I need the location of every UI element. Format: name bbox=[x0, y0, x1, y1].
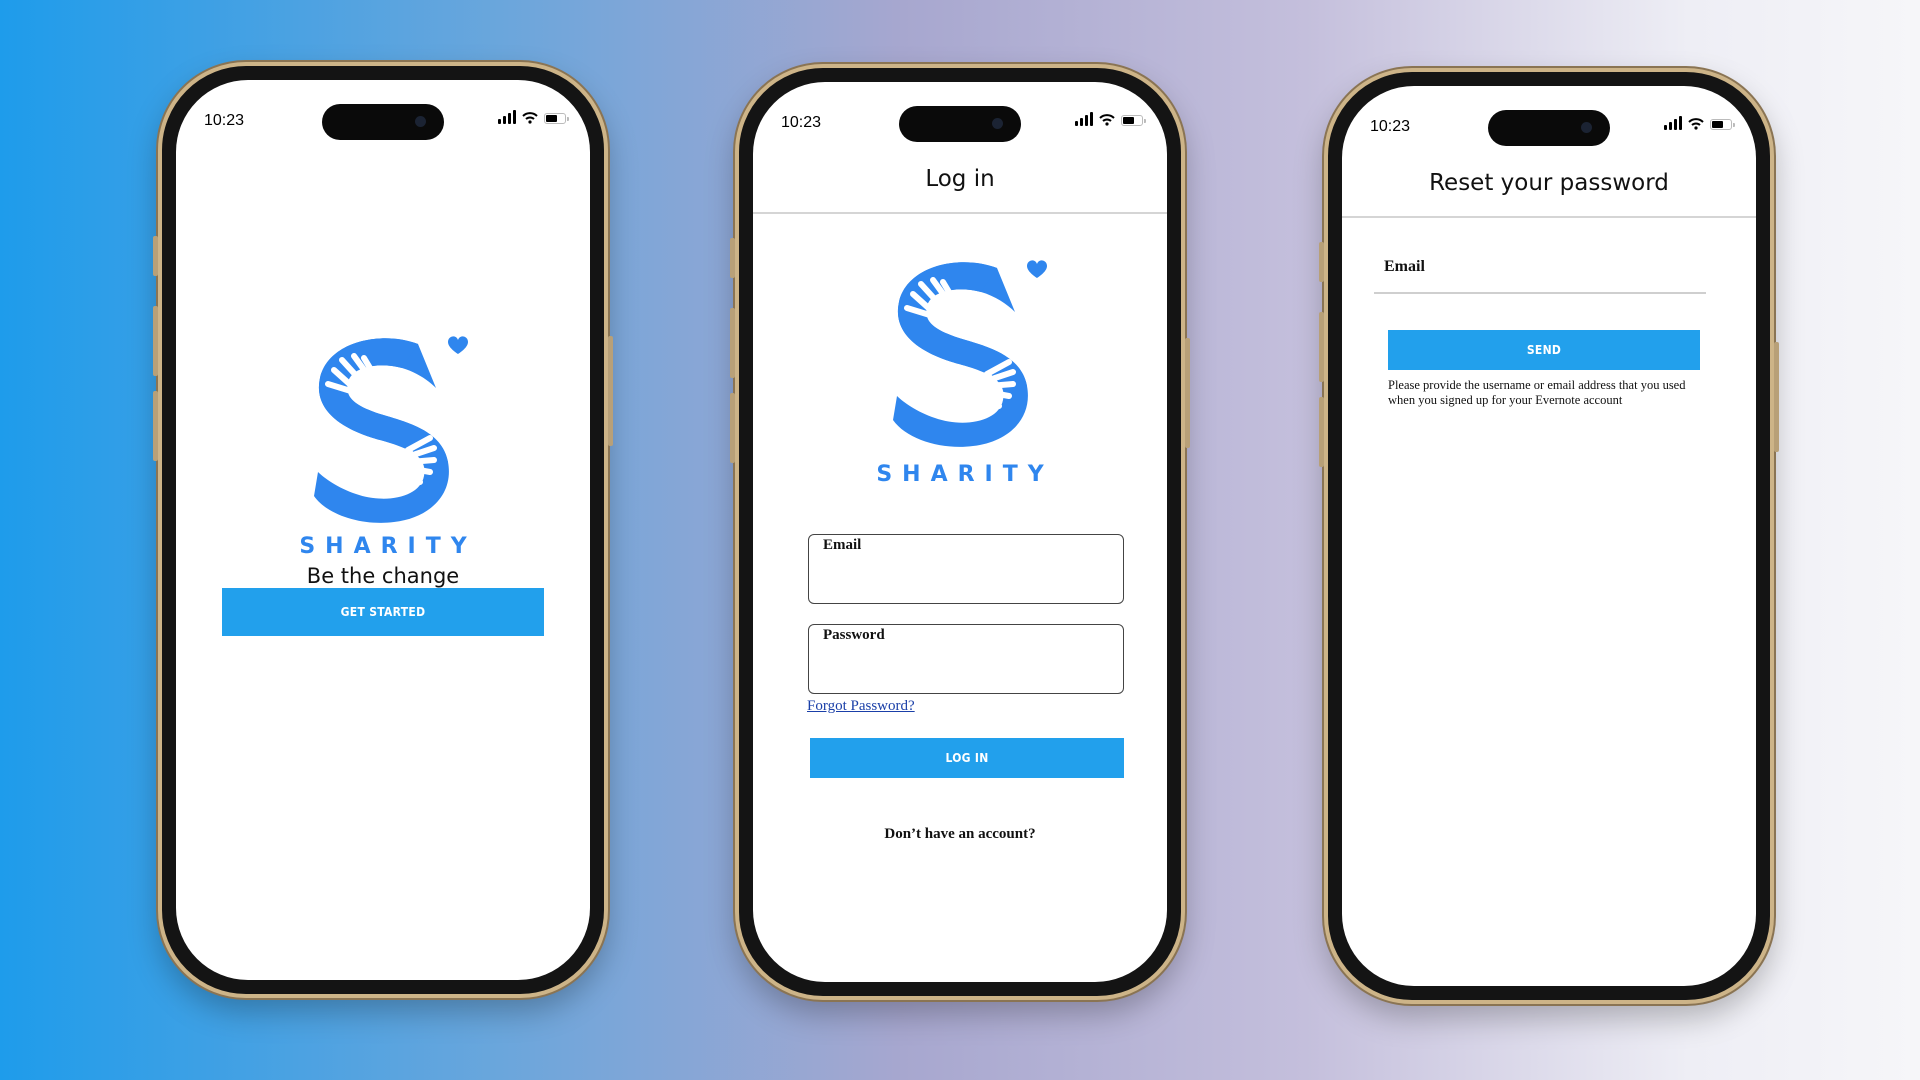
dynamic-island bbox=[899, 106, 1021, 142]
side-button bbox=[1319, 397, 1324, 467]
get-started-button[interactable]: GET STARTED bbox=[222, 588, 544, 636]
phone-login: 10:23 Log in SHARITY Email Password Forg… bbox=[730, 64, 1190, 1000]
forgot-password-link[interactable]: Forgot Password? bbox=[807, 698, 915, 715]
email-field[interactable]: Email bbox=[808, 534, 1124, 604]
side-button bbox=[730, 238, 735, 278]
side-button bbox=[153, 306, 158, 376]
welcome-screen: 10:23 SHARITY Be the change GET STARTED bbox=[176, 80, 590, 980]
status-icons bbox=[1075, 112, 1146, 126]
header-divider bbox=[753, 212, 1167, 214]
side-button bbox=[153, 391, 158, 461]
page-title: Log in bbox=[925, 166, 995, 192]
email-label: Email bbox=[1384, 258, 1425, 275]
wifi-icon bbox=[1688, 118, 1704, 130]
status-icons bbox=[1664, 116, 1735, 130]
battery-icon bbox=[1710, 119, 1735, 130]
status-icons bbox=[498, 110, 569, 124]
login-button[interactable]: LOG IN bbox=[810, 738, 1124, 778]
tagline: Be the change bbox=[306, 564, 460, 588]
email-input[interactable] bbox=[1374, 278, 1706, 294]
help-text: Please provide the username or email add… bbox=[1388, 378, 1686, 407]
phone-reset: 10:23 Reset your password Email SEND Ple… bbox=[1319, 68, 1779, 1004]
battery-icon bbox=[1121, 115, 1146, 126]
sharity-logo-icon bbox=[298, 326, 474, 536]
password-label: Password bbox=[823, 627, 885, 643]
signup-prompt[interactable]: Don’t have an account? bbox=[753, 826, 1167, 843]
signal-icon bbox=[1664, 116, 1682, 130]
side-button bbox=[608, 336, 613, 446]
send-button[interactable]: SEND bbox=[1388, 330, 1700, 370]
signal-icon bbox=[498, 110, 516, 124]
side-button bbox=[1319, 312, 1324, 382]
wifi-icon bbox=[522, 112, 538, 124]
side-button bbox=[730, 393, 735, 463]
brand-name: SHARITY bbox=[299, 534, 477, 559]
email-label: Email bbox=[823, 537, 862, 553]
signal-icon bbox=[1075, 112, 1093, 126]
reset-screen: 10:23 Reset your password Email SEND Ple… bbox=[1342, 86, 1756, 986]
side-button bbox=[1774, 342, 1779, 452]
brand-name: SHARITY bbox=[876, 462, 1054, 487]
sharity-logo-icon bbox=[877, 250, 1053, 460]
status-time: 10:23 bbox=[204, 112, 245, 129]
side-button bbox=[1185, 338, 1190, 448]
dynamic-island bbox=[1488, 110, 1610, 146]
login-screen: 10:23 Log in SHARITY Email Password Forg… bbox=[753, 82, 1167, 982]
battery-icon bbox=[544, 113, 569, 124]
dynamic-island bbox=[322, 104, 444, 140]
password-field[interactable]: Password bbox=[808, 624, 1124, 694]
side-button bbox=[1319, 242, 1324, 282]
phone-welcome: 10:23 SHARITY Be the change GET STARTED bbox=[153, 62, 613, 998]
side-button bbox=[153, 236, 158, 276]
page-title: Reset your password bbox=[1429, 170, 1669, 196]
status-time: 10:23 bbox=[1370, 118, 1411, 135]
header-divider bbox=[1342, 216, 1756, 218]
status-time: 10:23 bbox=[781, 114, 822, 131]
wifi-icon bbox=[1099, 114, 1115, 126]
side-button bbox=[730, 308, 735, 378]
